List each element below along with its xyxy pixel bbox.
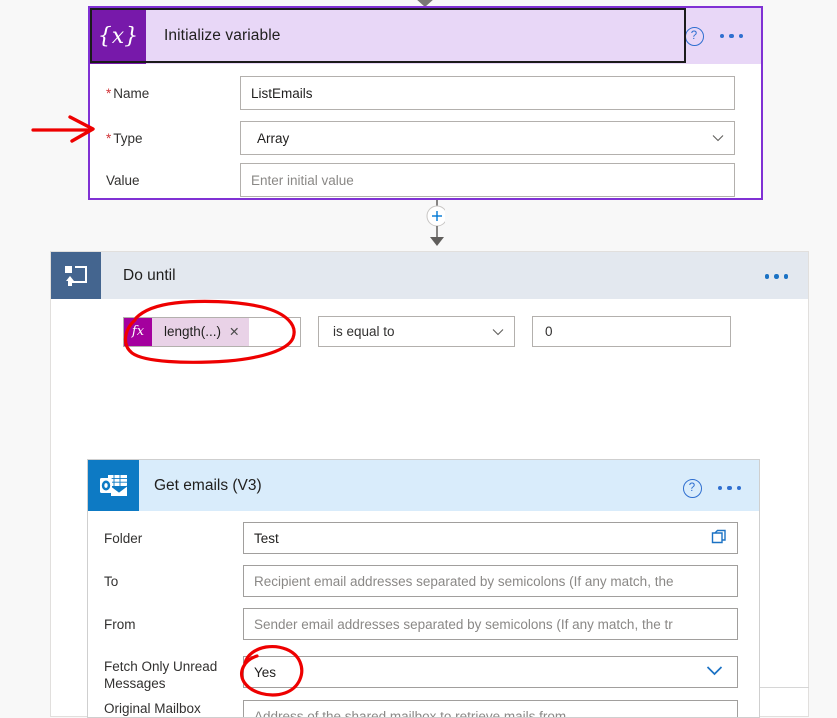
get-emails-card[interactable]: Get emails (V3) ? Folder Test (87, 459, 760, 718)
field-label-original-mailbox: Original Mailbox (88, 700, 243, 717)
to-input-placeholder: Recipient email addresses separated by s… (254, 574, 673, 589)
field-label-value: Value (90, 173, 240, 188)
value-input-placeholder: Enter initial value (251, 173, 354, 188)
condition-operator-dropdown[interactable]: is equal to (318, 316, 515, 347)
arrow-pointing-to-type-field (33, 117, 93, 141)
flow-designer-canvas: {x} Initialize variable ? *Name ListEmai… (0, 0, 837, 717)
required-asterisk: * (106, 86, 111, 101)
folder-icon[interactable] (711, 529, 728, 547)
folder-input-value: Test (254, 531, 279, 546)
chevron-down-icon (706, 665, 723, 680)
condition-value-input[interactable]: 0 (532, 316, 731, 347)
initialize-variable-header-actions: ? (685, 8, 762, 64)
loop-until-icon (51, 252, 101, 299)
type-dropdown-value: Array (257, 131, 289, 146)
get-emails-header-actions: ? (683, 460, 760, 516)
field-label-fetch-unread: Fetch Only Unread Messages (88, 656, 243, 692)
condition-expression-input[interactable]: fx length(...) ✕ (123, 317, 301, 347)
required-asterisk: * (106, 131, 111, 146)
do-until-title: Do until (123, 267, 176, 285)
condition-value-text: 0 (545, 324, 553, 339)
field-label-type: *Type (90, 131, 240, 146)
close-icon[interactable]: ✕ (229, 324, 248, 339)
value-input[interactable]: Enter initial value (240, 163, 735, 197)
field-row-to: To Recipient email addresses separated b… (88, 565, 759, 597)
field-row-folder: Folder Test (88, 522, 759, 554)
help-icon[interactable]: ? (683, 479, 702, 498)
fetch-unread-value: Yes (254, 665, 276, 680)
field-row-type: *Type Array (90, 117, 761, 159)
field-row-from: From Sender email addresses separated by… (88, 608, 759, 640)
ellipsis-icon[interactable] (718, 30, 746, 43)
field-row-value: Value Enter initial value (90, 159, 761, 201)
field-label-name: *Name (90, 86, 240, 101)
expression-token-text: length(...) (152, 324, 229, 339)
from-input[interactable]: Sender email addresses separated by semi… (243, 608, 738, 640)
folder-input[interactable]: Test (243, 522, 738, 554)
condition-operator-value: is equal to (333, 324, 395, 339)
field-row-original-mailbox: Original Mailbox Address of the shared m… (88, 700, 759, 718)
name-input[interactable]: ListEmails (240, 76, 735, 110)
outlook-icon (88, 460, 139, 511)
field-label-folder: Folder (88, 522, 243, 547)
initialize-variable-card[interactable]: {x} Initialize variable ? *Name ListEmai… (88, 6, 763, 200)
chevron-down-icon (712, 132, 724, 144)
initialize-variable-title: Initialize variable (164, 27, 281, 45)
ellipsis-icon[interactable] (716, 482, 744, 495)
get-emails-title: Get emails (V3) (154, 477, 262, 495)
field-row-name: *Name ListEmails (90, 72, 761, 114)
ellipsis-icon[interactable] (763, 270, 791, 283)
get-emails-header[interactable]: Get emails (V3) ? (88, 460, 759, 511)
to-input[interactable]: Recipient email addresses separated by s… (243, 565, 738, 597)
field-label-from: From (88, 608, 243, 633)
field-row-fetch-unread: Fetch Only Unread Messages Yes (88, 656, 759, 692)
type-dropdown[interactable]: Array (240, 121, 735, 155)
help-icon[interactable]: ? (685, 27, 704, 46)
initialize-variable-header[interactable]: {x} Initialize variable ? (90, 8, 761, 64)
from-input-placeholder: Sender email addresses separated by semi… (254, 617, 673, 632)
expression-token[interactable]: fx length(...) ✕ (124, 318, 249, 346)
do-until-header[interactable]: Do until (51, 252, 808, 299)
chevron-down-icon (492, 326, 504, 338)
fx-icon: fx (124, 318, 152, 346)
fetch-unread-dropdown[interactable]: Yes (243, 656, 738, 688)
do-until-condition-row: fx length(...) ✕ is equal to 0 (123, 316, 731, 347)
name-input-value: ListEmails (251, 86, 313, 101)
do-until-card[interactable]: Do until fx length(...) ✕ is equal to 0 (50, 251, 809, 717)
original-mailbox-input[interactable]: Address of the shared mailbox to retriev… (243, 700, 738, 718)
flow-connector (405, 200, 445, 248)
field-label-to: To (88, 565, 243, 590)
variable-braces-icon: {x} (90, 8, 146, 64)
